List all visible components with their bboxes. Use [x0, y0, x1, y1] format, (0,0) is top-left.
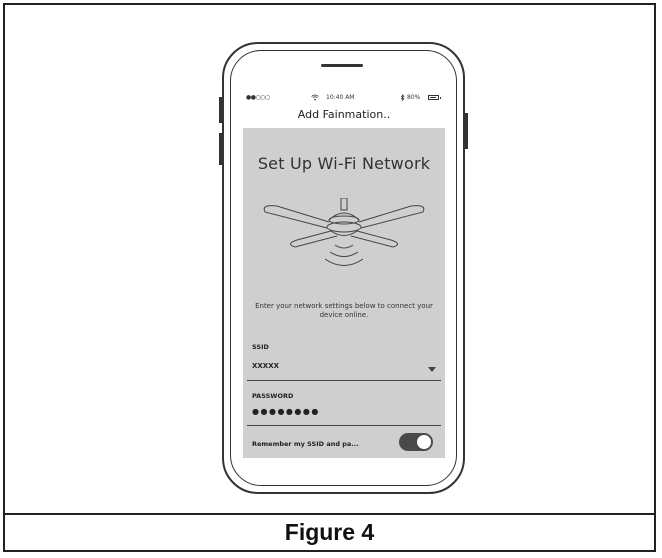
ssid-label: SSID	[252, 343, 269, 351]
nav-title: Add Fainmation..	[243, 104, 445, 128]
dropdown-caret-icon[interactable]	[428, 367, 436, 372]
bluetooth-icon	[400, 93, 405, 103]
status-bar: ●●○○○ 10:40 AM 80%	[243, 92, 445, 104]
battery-icon	[428, 95, 441, 100]
ssid-field[interactable]: XXXXX	[252, 362, 279, 370]
status-time: 10:40 AM	[326, 94, 355, 101]
password-field[interactable]: ●●●●●●●●	[252, 407, 320, 416]
caption-divider	[5, 513, 654, 515]
ssid-underline	[247, 380, 441, 381]
instructions-text: Enter your network settings below to con…	[255, 302, 433, 319]
figure-caption: Figure 4	[284, 519, 375, 545]
phone-screen: ●●○○○ 10:40 AM 80% Add Fainmation.. Set …	[243, 92, 445, 458]
phone-speaker	[321, 64, 363, 67]
toggle-knob	[417, 435, 431, 449]
wifi-icon	[311, 94, 319, 103]
password-label: PASSWORD	[252, 392, 294, 400]
remember-label: Remember my SSID and pa...	[252, 440, 359, 448]
password-underline	[247, 425, 441, 426]
page-title: Set Up Wi-Fi Network	[257, 154, 431, 173]
signal-strength: ●●○○○	[246, 94, 270, 101]
ceiling-fan-icon	[263, 198, 425, 266]
remember-toggle[interactable]	[399, 433, 433, 451]
battery-percent: 80%	[407, 94, 421, 101]
